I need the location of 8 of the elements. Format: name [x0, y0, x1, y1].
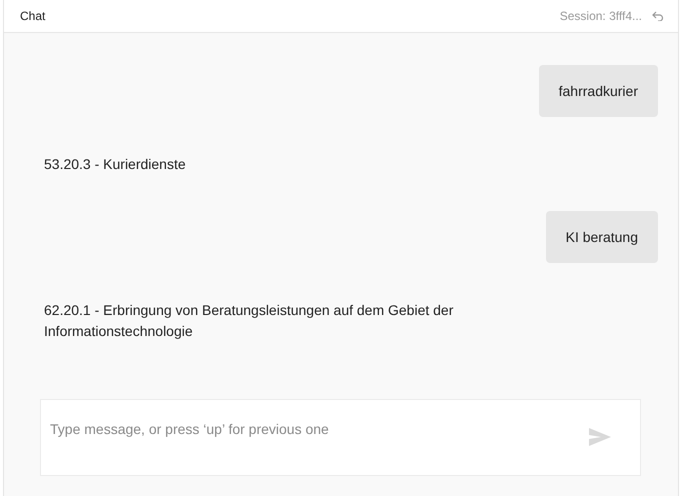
session-id: Session: 3fff4... — [560, 9, 642, 23]
undo-icon[interactable] — [652, 11, 664, 21]
message-input[interactable]: Type message, or press ‘up’ for previous one — [40, 399, 641, 476]
user-message: KI beratung — [546, 211, 658, 263]
user-message: fahrradkurier — [538, 65, 658, 117]
chat-title: Chat — [20, 9, 46, 23]
bot-reply: 62.20.1 - Erbringung von Beratungsleistungen auf dem Gebiet der Informationstechnologie — [44, 301, 454, 341]
bot-reply: 53.20.3 - Kurierdienste — [44, 155, 187, 174]
